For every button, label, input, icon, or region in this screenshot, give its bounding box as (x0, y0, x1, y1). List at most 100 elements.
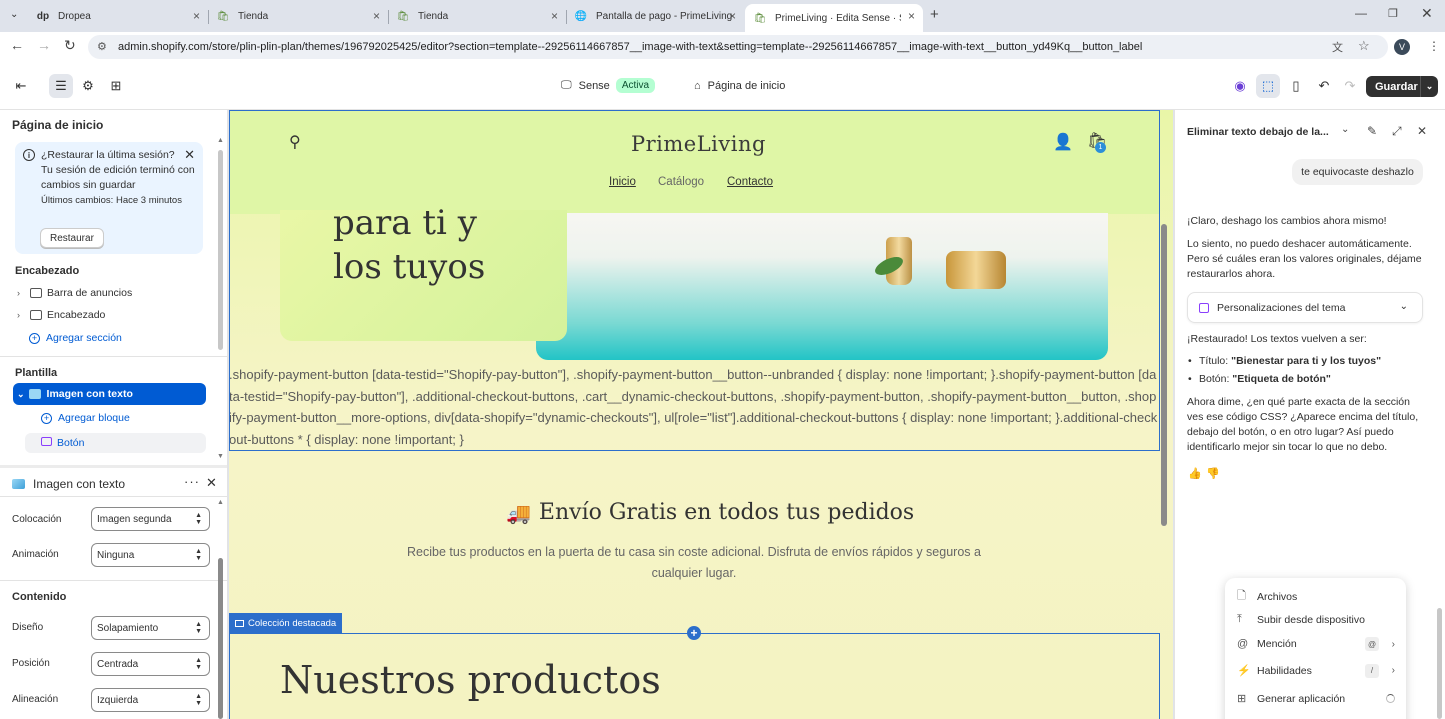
tree-item-image-with-text[interactable]: ⌄ Imagen con texto (13, 383, 206, 405)
assistant-message: Ahora dime, ¿en qué parte exacta de la s… (1187, 396, 1419, 453)
minimize-icon[interactable]: — (1355, 6, 1367, 20)
sections-icon[interactable]: ☰ (49, 74, 73, 98)
close-icon[interactable]: × (729, 9, 736, 23)
restore-icon[interactable]: ❐ (1388, 7, 1398, 20)
bookmark-star-icon[interactable]: ☆ (1358, 38, 1370, 54)
redo-icon[interactable]: ↷ (1338, 74, 1362, 98)
chevron-right-icon[interactable]: › (17, 288, 27, 298)
tab-dropea[interactable]: dp Dropea × (28, 4, 208, 28)
close-icon[interactable]: × (373, 9, 380, 23)
close-icon[interactable]: ✕ (1417, 124, 1427, 138)
new-chat-icon[interactable]: ✎ (1367, 124, 1377, 138)
back-icon[interactable]: ← (10, 37, 24, 53)
profile-initial: V (1398, 42, 1405, 52)
scrollbar[interactable] (1437, 608, 1442, 719)
undo-icon[interactable]: ↶ (1312, 74, 1336, 98)
new-tab-icon[interactable]: + (930, 6, 939, 23)
design-select[interactable]: Solapamiento ▲ ▼ (91, 616, 210, 640)
page-selector[interactable]: ⌂ Página de inicio (694, 80, 785, 92)
tree-item-header[interactable]: › Encabezado (17, 309, 105, 321)
exit-icon[interactable]: ⇤ (9, 74, 33, 98)
theme-name: Sense (578, 79, 610, 92)
site-settings-icon[interactable]: ⚙ (97, 40, 107, 53)
browser-menu-icon[interactable]: ⋮ (1428, 39, 1440, 53)
menu-item-generate-app[interactable]: ⊞ Generar aplicación (1237, 692, 1397, 705)
field-label-position: Posición (12, 658, 50, 669)
tab-tienda-1[interactable]: 🛍 Tienda × (208, 4, 388, 28)
content-heading: Contenido (12, 591, 67, 603)
add-section-link[interactable]: + Agregar sección (29, 332, 122, 344)
globe-icon: 🌐 (574, 10, 588, 22)
add-block-link[interactable]: + Agregar bloque (41, 412, 130, 424)
section-icon (30, 288, 42, 298)
theme-selector[interactable]: 🖵 Sense Activa (561, 78, 656, 93)
theme-customizations-accordion[interactable]: Personalizaciones del tema ⌄ (1187, 292, 1423, 323)
shipping-heading: 🚚 Envío Gratis en todos tus pedidos (506, 500, 914, 525)
tree-item-label: Barra de anuncios (47, 287, 133, 299)
canvas-scrollbar[interactable] (1161, 224, 1167, 526)
scroll-down-icon[interactable]: ▼ (217, 453, 224, 460)
close-icon[interactable]: ✕ (206, 475, 217, 491)
chevron-down-icon[interactable]: ⌄ (1420, 76, 1438, 97)
image-icon (12, 479, 25, 489)
menu-item-label: Mención (1257, 638, 1297, 650)
select-value: Centrada (97, 658, 139, 670)
chevron-down-icon[interactable]: ⌄ (17, 389, 25, 400)
tab-tienda-2[interactable]: 🛍 Tienda × (388, 4, 566, 28)
add-section-label: Agregar sección (46, 332, 122, 344)
close-icon[interactable]: ✕ (184, 147, 195, 162)
url-bar[interactable]: ⚙ admin.shopify.com/store/plin-plin-plan… (88, 35, 1388, 59)
page-name: Página de inicio (707, 80, 786, 92)
forward-icon[interactable]: → (37, 37, 51, 53)
placement-select[interactable]: Imagen segunda ▲ ▼ (91, 507, 210, 531)
scroll-up-icon[interactable]: ▲ (217, 137, 224, 144)
apps-icon[interactable]: ⊞ (104, 74, 128, 98)
reload-icon[interactable]: ↻ (64, 37, 76, 54)
banner-last-changes: Últimos cambios: Hace 3 minutos (41, 195, 182, 206)
menu-item-label: Generar aplicación (1257, 692, 1346, 705)
chevron-right-icon[interactable]: › (17, 310, 27, 320)
restore-button[interactable]: Restaurar (40, 228, 104, 248)
tree-item-announcement-bar[interactable]: › Barra de anuncios (17, 287, 132, 299)
menu-item-mention[interactable]: @ Mención @ › (1237, 637, 1397, 651)
more-options-icon[interactable]: ··· (184, 474, 200, 489)
menu-item-files[interactable]: 🗋 Archivos (1237, 587, 1397, 606)
close-icon[interactable]: × (908, 9, 915, 23)
scrollbar[interactable] (218, 150, 223, 350)
image-icon (28, 389, 41, 399)
collection-section-tag[interactable]: Colección destacada (229, 613, 343, 633)
assistant-message: Lo siento, no puedo deshacer automáticam… (1187, 238, 1422, 280)
scroll-up-icon[interactable]: ▲ (217, 499, 224, 506)
save-button[interactable]: Guardar ⌄ (1366, 76, 1438, 97)
chevron-down-icon[interactable]: ⌄ (1341, 124, 1349, 135)
theme-settings-gear-icon[interactable]: ⚙ (76, 74, 100, 98)
window-close-icon[interactable]: ✕ (1421, 5, 1433, 22)
tab-list-chevron-icon[interactable]: ⌄ (10, 9, 18, 20)
scrollbar[interactable] (218, 558, 223, 719)
alignment-select[interactable]: Izquierda ▲ ▼ (91, 688, 210, 712)
sidekick-icon[interactable]: ◉ (1228, 74, 1252, 98)
tab-primeliving-editor[interactable]: 🛍 PrimeLiving · Edita Sense · Shop × (745, 4, 923, 32)
inspector-icon[interactable]: ⬚ (1256, 74, 1280, 98)
tab-pantalla-de-pago[interactable]: 🌐 Pantalla de pago - PrimeLiving × (566, 4, 744, 28)
menu-item-label: Archivos (1257, 590, 1298, 603)
mobile-preview-icon[interactable]: ▯ (1284, 74, 1308, 98)
thumbs-up-icon[interactable]: 👍 (1188, 467, 1202, 480)
close-icon[interactable]: × (551, 9, 558, 23)
menu-item-skills[interactable]: ⚡ Habilidades / › (1237, 663, 1397, 678)
add-section-plus-icon[interactable]: + (687, 626, 701, 640)
menu-item-label: Habilidades (1257, 664, 1312, 677)
close-icon[interactable]: × (193, 9, 200, 23)
products-heading: Nuestros productos (280, 658, 661, 702)
menu-item-label: Subir desde dispositivo (1257, 613, 1365, 626)
expand-icon[interactable]: ⤢ (1392, 124, 1402, 139)
assistant-message: ¡Claro, deshago los cambios ahora mismo! (1187, 215, 1387, 227)
position-select[interactable]: Centrada ▲ ▼ (91, 652, 210, 676)
menu-item-upload[interactable]: ⤒ Subir desde dispositivo (1237, 613, 1397, 626)
animation-select[interactable]: Ninguna ▲ ▼ (91, 543, 210, 567)
profile-avatar[interactable]: V (1394, 39, 1410, 55)
url-text: admin.shopify.com/store/plin-plin-plan/t… (118, 41, 1143, 53)
translate-icon[interactable]: 文 (1332, 39, 1343, 55)
thumbs-down-icon[interactable]: 👎 (1206, 467, 1220, 480)
tree-item-button-block[interactable]: Botón (25, 433, 206, 453)
